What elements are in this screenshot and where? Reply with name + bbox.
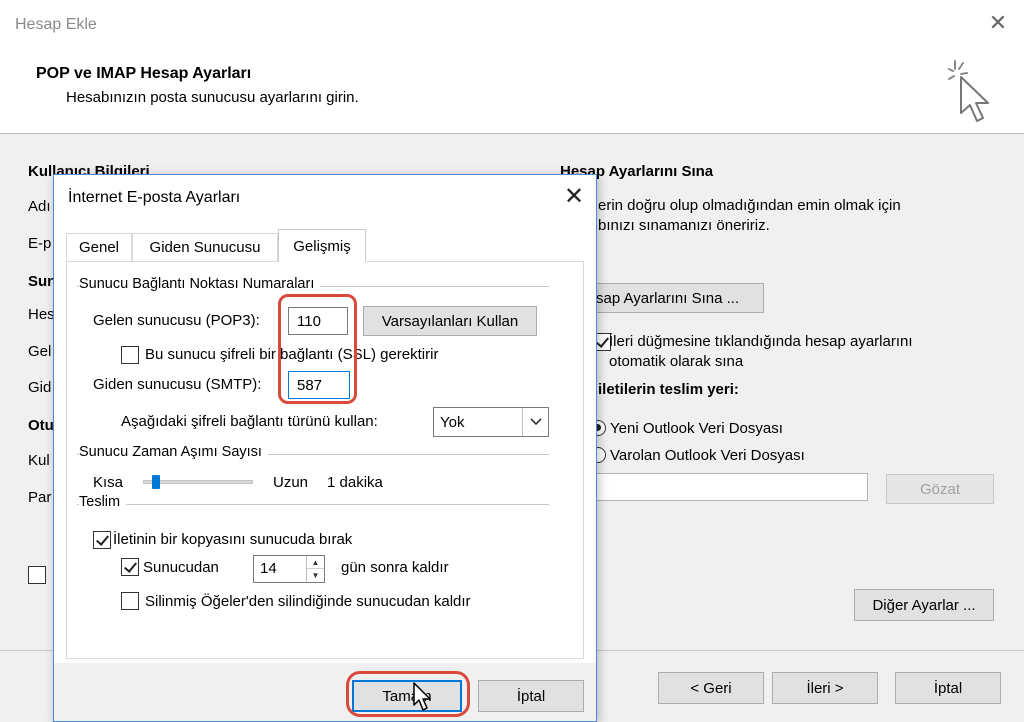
more-settings-button[interactable]: Diğer Ayarlar ... xyxy=(854,589,994,621)
header-title: POP ve IMAP Hesap Ayarları xyxy=(36,65,252,82)
account-type-label: Hes xyxy=(28,306,55,323)
test-description-line1: erin doğru olup olmadığından emin olmak … xyxy=(598,197,901,214)
outgoing-port-label: Giden sunucusu (SMTP): xyxy=(93,376,262,393)
remove-after-days-value: 14 xyxy=(260,560,277,577)
auto-test-label-line1: İleri düğmesine tıklandığında hesap ayar… xyxy=(609,333,913,350)
next-button[interactable]: İleri > xyxy=(772,672,878,704)
test-description-line2: bınızı sınamanızı öneririz. xyxy=(598,217,770,234)
test-account-settings-label: sap Ayarlarını Sına ... xyxy=(596,289,740,307)
tab-general-label: Genel xyxy=(78,239,120,256)
tab-outgoing-server[interactable]: Giden Sunucusu xyxy=(132,233,278,261)
wizard-cancel-button[interactable]: İptal xyxy=(895,672,1001,704)
auto-test-label-line2: otomatik olarak sına xyxy=(609,353,744,370)
ssl-checkbox[interactable] xyxy=(121,346,139,364)
header-subtitle: Hesabınızın posta sunucusu ayarlarını gi… xyxy=(66,89,359,106)
back-button[interactable]: < Geri xyxy=(658,672,764,704)
logon-info-heading: Otu xyxy=(28,417,54,434)
tab-outgoing-server-label: Giden Sunucusu xyxy=(149,239,261,256)
timeout-value: 1 dakika xyxy=(327,474,383,491)
use-defaults-button[interactable]: Varsayılanları Kullan xyxy=(363,306,537,336)
stepper-down-icon[interactable]: ▼ xyxy=(307,569,324,582)
close-icon[interactable]: ✕ xyxy=(985,10,1011,36)
encryption-type-select[interactable]: Yok xyxy=(433,407,549,437)
remove-deleted-checkbox[interactable] xyxy=(121,592,139,610)
incoming-port-label: Gelen sunucusu (POP3): xyxy=(93,312,260,329)
delivery-group-line xyxy=(77,504,549,505)
back-label: < Geri xyxy=(690,679,732,697)
browse-button[interactable]: Gözat xyxy=(886,474,994,504)
tab-advanced-label: Gelişmiş xyxy=(293,237,351,255)
remove-after-label: Sunucudan xyxy=(143,559,219,576)
more-settings-label: Diğer Ayarlar ... xyxy=(872,596,976,614)
remove-deleted-label: Silinmiş Öğeler'den silindiğinde sunucud… xyxy=(145,593,471,610)
leave-copy-checkbox[interactable] xyxy=(93,531,111,549)
outgoing-server-label: Gid xyxy=(28,379,52,396)
chevron-down-icon xyxy=(522,408,548,436)
timeout-group-title: Sunucu Zaman Aşımı Sayısı xyxy=(79,444,268,460)
next-label: İleri > xyxy=(806,679,844,697)
dialog-close-icon[interactable]: ✕ xyxy=(560,183,588,211)
internet-email-settings-dialog: İnternet E-posta Ayarları ✕ Genel Giden … xyxy=(53,174,597,722)
encryption-type-value: Yok xyxy=(440,413,465,431)
outer-titlebar xyxy=(0,0,1024,50)
cursor-sparkle-icon xyxy=(948,60,989,122)
incoming-server-label: Gel xyxy=(28,343,52,360)
existing-data-file-label: Varolan Outlook Veri Dosyası xyxy=(610,447,805,464)
leave-copy-label: İletinin bir kopyasını sunucuda bırak xyxy=(113,531,353,548)
mouse-pointer-icon xyxy=(413,682,431,711)
delivery-group-title: Teslim xyxy=(79,494,127,510)
remember-password-checkbox[interactable] xyxy=(28,566,46,584)
wizard-cancel-label: İptal xyxy=(933,679,963,697)
name-label: Adı xyxy=(28,198,51,215)
username-label: Kul xyxy=(28,452,50,469)
stepper-buttons: ▲ ▼ xyxy=(306,556,324,582)
ports-group-title: Sunucu Bağlantı Noktası Numaraları xyxy=(79,276,321,292)
new-data-file-label: Yeni Outlook Veri Dosyası xyxy=(610,420,783,437)
data-file-path-input[interactable] xyxy=(592,473,868,501)
window-title: Hesap Ekle xyxy=(15,16,97,33)
timeout-short-label: Kısa xyxy=(93,474,124,491)
dialog-cancel-button[interactable]: İptal xyxy=(478,680,584,712)
delivery-heading: iletilerin teslim yeri: xyxy=(598,381,739,398)
timeout-slider-thumb[interactable] xyxy=(151,475,160,489)
stepper-up-icon[interactable]: ▲ xyxy=(307,556,324,569)
dialog-title: İnternet E-posta Ayarları xyxy=(68,189,241,206)
password-label: Par xyxy=(28,489,52,506)
browse-label: Gözat xyxy=(919,480,961,498)
tab-advanced[interactable]: Gelişmiş xyxy=(278,229,366,262)
ok-button-highlight xyxy=(346,671,470,717)
timeout-long-label: Uzun xyxy=(273,474,309,491)
tab-general[interactable]: Genel xyxy=(66,233,132,261)
encryption-type-label: Aşağıdaki şifreli bağlantı türünü kullan… xyxy=(121,413,378,430)
dialog-cancel-label: İptal xyxy=(516,687,546,705)
ports-highlight xyxy=(278,294,357,404)
email-label: E-p xyxy=(28,235,52,252)
use-defaults-label: Varsayılanları Kullan xyxy=(381,312,519,330)
test-account-settings-button[interactable]: sap Ayarlarını Sına ... xyxy=(590,283,764,313)
remove-after-days-stepper[interactable]: 14 ▲ ▼ xyxy=(253,555,325,583)
remove-after-checkbox[interactable] xyxy=(121,558,139,576)
remove-after-suffix: gün sonra kaldır xyxy=(341,559,449,576)
